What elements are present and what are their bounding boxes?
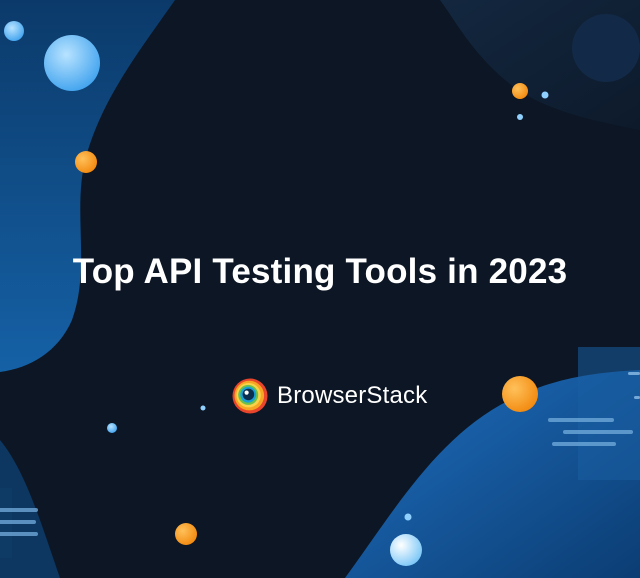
page-title: Top API Testing Tools in 2023 (72, 252, 568, 291)
orange-dot-left (75, 151, 97, 173)
banner: Top API Testing Tools in 2023 BrowserSta… (0, 0, 640, 578)
blue-dot-top-right-a (541, 91, 549, 99)
brand-name: BrowserStack (277, 382, 428, 409)
blue-dot-center (200, 405, 206, 411)
white-ball-bottom (390, 534, 422, 566)
blue-dot-top-right-b (517, 114, 523, 120)
orange-dot-top-right (512, 83, 528, 99)
ball-top-left-large (44, 35, 100, 91)
top-right-disc (572, 14, 640, 82)
browserstack-logo-icon (232, 378, 268, 414)
right-panel (578, 347, 640, 480)
orange-ball-bottom (175, 523, 197, 545)
blue-dot-left (107, 423, 117, 433)
blue-dot-bottom (404, 513, 412, 521)
orange-ball-right (502, 376, 538, 412)
brand-lockup: BrowserStack (232, 377, 427, 415)
ball-top-left-small (4, 21, 24, 41)
